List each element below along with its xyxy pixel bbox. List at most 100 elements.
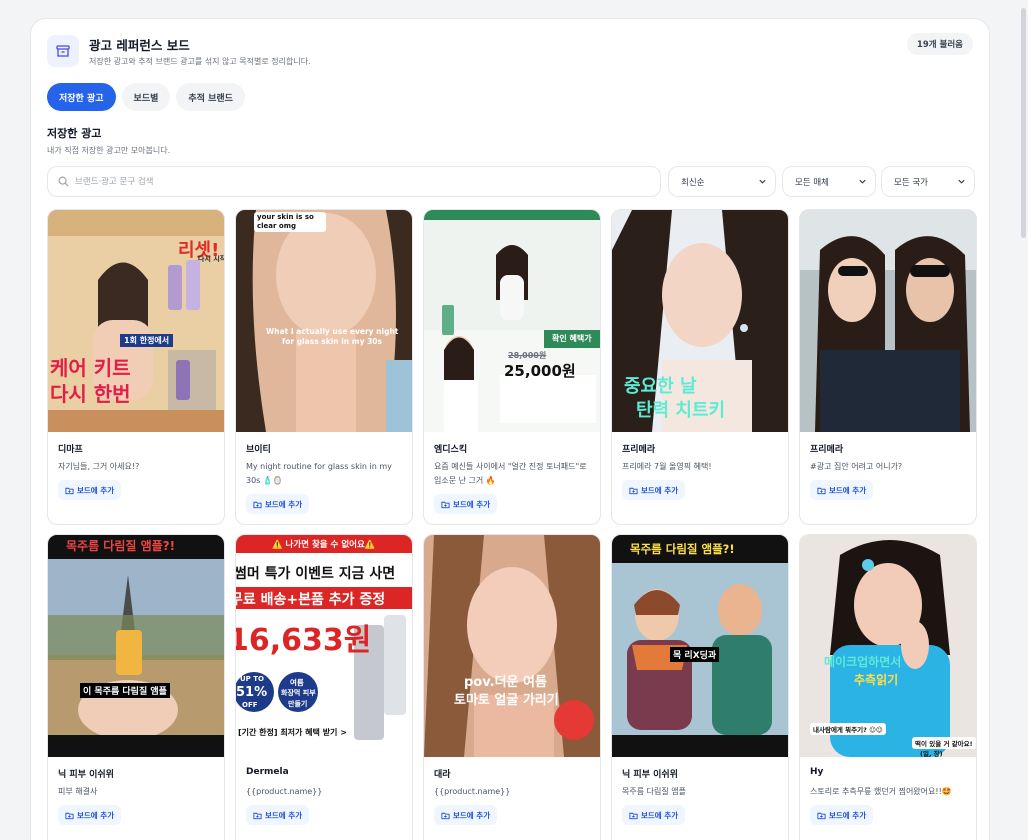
add-to-board-label: 보드에 추가	[77, 485, 115, 495]
add-to-board-button[interactable]: 보드에 추가	[622, 480, 686, 500]
ad-overlay-text: 중요한 날	[624, 376, 697, 397]
ad-brand: 대라	[434, 770, 451, 780]
ad-overlay-text: 16,633원	[236, 623, 372, 658]
ad-overlay-text: 51%	[236, 685, 268, 700]
ad-card[interactable]: pov.더운 여름 토마토 얼굴 가리기 대라 {{product.name}}…	[423, 534, 601, 840]
ad-overlay-text: 1회 한정에서	[120, 334, 174, 347]
ad-copy: 스토리로 추측무릎 했던거 찜어왔어요!!🤩	[810, 787, 952, 796]
ad-overlay-text: 케어 키트	[50, 356, 131, 380]
ad-brand: Dermela	[246, 767, 289, 777]
ad-overlay-text: UP TO	[240, 675, 264, 683]
ad-thumbnail: 목주름 다림질 앰플?! 이 목주름 다림질 앰플	[48, 535, 224, 757]
ad-overlay-text: pov.더운 여름	[464, 675, 547, 690]
folder-plus-icon	[629, 812, 638, 819]
ad-overlay-text: 추측읽기	[854, 673, 899, 687]
ad-overlay-text: ⚠️ 나가면 찾을 수 없어요⚠️	[272, 540, 376, 550]
ad-card[interactable]: 프리메라 #광고 집안 어려고 어니가? 보드에 추가	[799, 209, 977, 525]
ad-overlay-text: 다시 시작!	[198, 255, 224, 263]
add-to-board-button[interactable]: 보드에 추가	[246, 805, 310, 825]
ad-brand: 닉 피부 이쉬위	[58, 770, 114, 780]
ad-card[interactable]: your skin is so clear omg What I actuall…	[235, 209, 413, 525]
ad-overlay-text: 이 목주름 다림질 앰플	[80, 683, 170, 698]
ad-overlay-text: 탄력 치트키	[636, 400, 726, 421]
add-to-board-label: 보드에 추가	[829, 485, 867, 495]
country-select[interactable]: 모든 국가	[881, 166, 975, 197]
ad-card[interactable]: 중요한 날 탄력 치트키 프리메라 프리메라 7월 올영픽 혜택! 보드에 추가	[611, 209, 789, 525]
ad-overlay-text: 다시 한번	[50, 382, 131, 406]
folder-plus-icon	[629, 487, 638, 494]
ad-thumbnail: ⚠️ 나가면 찾을 수 없어요⚠️ 썸머 특가 이벤트 지금 사면 무료 배송+…	[236, 535, 412, 757]
ad-thumbnail: pov.더운 여름 토마토 얼굴 가리기	[424, 535, 600, 757]
add-to-board-label: 보드에 추가	[453, 499, 491, 509]
ad-brand: 닉 피부 이쉬위	[622, 770, 678, 780]
add-to-board-button[interactable]: 보드에 추가	[58, 480, 122, 500]
tab-saved-ads[interactable]: 저장한 광고	[47, 83, 116, 111]
ad-overlay-text: OFF	[242, 701, 258, 709]
ad-overlay-text: your skin is so clear omg	[254, 212, 326, 232]
ad-overlay-text: 썸머 특가 이벤트 지금 사면	[236, 566, 396, 582]
media-select[interactable]: 모든 매체	[782, 166, 876, 197]
ad-overlay-text: 화장먹 피부	[281, 689, 316, 697]
add-to-board-button[interactable]: 보드에 추가	[622, 805, 686, 825]
ad-brand: Hy	[810, 767, 824, 777]
ad-overlay-text: 목 리X딩과	[670, 647, 720, 662]
folder-plus-icon	[253, 812, 262, 819]
add-to-board-label: 보드에 추가	[829, 810, 867, 820]
folder-plus-icon	[441, 501, 450, 508]
search-input[interactable]	[75, 176, 635, 187]
ad-copy: 프리메라 7월 올영픽 혜택!	[622, 462, 712, 471]
ad-board-panel: 광고 레퍼런스 보드 저장한 광고와 추적 브랜드 광고를 섞지 않고 목적별로…	[30, 18, 990, 840]
ad-copy: 피부 해결사	[58, 787, 98, 796]
sort-select[interactable]: 최신순	[668, 166, 776, 197]
add-to-board-button[interactable]: 보드에 추가	[434, 494, 498, 514]
tab-tracked-brands[interactable]: 추적 브랜드	[176, 83, 245, 111]
folder-plus-icon	[441, 812, 450, 819]
ad-copy: 자기님들, 그거 아세요!?	[58, 462, 140, 471]
search-box[interactable]	[47, 166, 661, 197]
ad-card[interactable]: 목주름 다림질 앰플?! 목 리X딩과 닉 피부 이쉬위 목주름 다림질 앰플 …	[611, 534, 789, 840]
ad-overlay-text: (일, 장)	[920, 750, 943, 757]
page-scrollbar[interactable]	[1020, 0, 1026, 840]
ad-thumbnail: 메이크업하면서 추측읽기 내사람에게 뭐주기? ☺☺ 떡이 있을 거 같아요! …	[800, 535, 976, 757]
ad-thumbnail: your skin is so clear omg What I actuall…	[236, 210, 412, 432]
add-to-board-button[interactable]: 보드에 추가	[58, 805, 122, 825]
ad-overlay-text: 여름	[290, 678, 304, 687]
ad-copy: 요즘 예신들 사이에서 "얼간 진정 토너패드"로 입소문 난 그거 🔥	[434, 462, 587, 485]
section-subtitle: 내가 직접 저장한 광고만 모아봅니다.	[47, 146, 171, 155]
add-to-board-button[interactable]: 보드에 추가	[434, 805, 498, 825]
loaded-count-badge: 19개 불러옴	[906, 33, 973, 55]
media-select-value: 모든 매체	[795, 177, 829, 188]
ad-overlay-text: 만들기	[288, 700, 308, 708]
folder-plus-icon	[817, 487, 826, 494]
folder-plus-icon	[65, 812, 74, 819]
page-subtitle: 저장한 광고와 추적 브랜드 광고를 섞지 않고 목적별로 정리합니다.	[89, 57, 311, 66]
scrollbar-thumb[interactable]	[1021, 8, 1026, 238]
page-header: 광고 레퍼런스 보드 저장한 광고와 추적 브랜드 광고를 섞지 않고 목적별로…	[47, 33, 973, 75]
ad-card[interactable]: 확인 혜택가 28,000원 25,000원 엠디스킥 요즘 예신들 사이에서 …	[423, 209, 601, 525]
add-to-board-button[interactable]: 보드에 추가	[246, 494, 310, 514]
chevron-down-icon	[859, 179, 866, 184]
ad-thumbnail: 확인 혜택가 28,000원 25,000원	[424, 210, 600, 432]
ad-brand: 프리메라	[622, 445, 656, 455]
ad-overlay-text: 25,000원	[504, 362, 576, 380]
ad-overlay-text: 확인 혜택가	[552, 334, 592, 343]
ad-brand: 브이티	[246, 445, 271, 455]
ad-overlay-text: What I actually use every night	[266, 327, 399, 336]
ad-card[interactable]: 메이크업하면서 추측읽기 내사람에게 뭐주기? ☺☺ 떡이 있을 거 같아요! …	[799, 534, 977, 840]
ad-overlay-text: 내사람에게 뭐주기? ☺☺	[810, 723, 886, 735]
add-to-board-label: 보드에 추가	[641, 485, 679, 495]
country-select-value: 모든 국가	[894, 177, 928, 188]
ad-card[interactable]: 리셋! 1회 한정에서 다시 시작! 케어 키트 다시 한번 디마프 자기님들,…	[47, 209, 225, 525]
ad-overlay-text: 목주름 다림질 앰플?!	[630, 542, 735, 556]
ad-copy: {{product.name}}	[246, 787, 323, 796]
ad-card[interactable]: ⚠️ 나가면 찾을 수 없어요⚠️ 썸머 특가 이벤트 지금 사면 무료 배송+…	[235, 534, 413, 840]
ad-thumbnail: 리셋! 1회 한정에서 다시 시작! 케어 키트 다시 한번	[48, 210, 224, 432]
add-to-board-button[interactable]: 보드에 추가	[810, 805, 874, 825]
ad-overlay-text: 토마토 얼굴 가리기	[454, 693, 559, 708]
ad-card[interactable]: 목주름 다림질 앰플?! 이 목주름 다림질 앰플 닉 피부 이쉬위 피부 해결…	[47, 534, 225, 840]
ad-thumbnail	[800, 210, 976, 432]
tab-by-board[interactable]: 보드별	[121, 83, 171, 111]
ad-overlay-text: for glass skin in my 30s	[282, 337, 382, 346]
add-to-board-button[interactable]: 보드에 추가	[810, 480, 874, 500]
ad-overlay-text: [기간 한정] 최저가 혜택 받기 >	[238, 728, 347, 737]
